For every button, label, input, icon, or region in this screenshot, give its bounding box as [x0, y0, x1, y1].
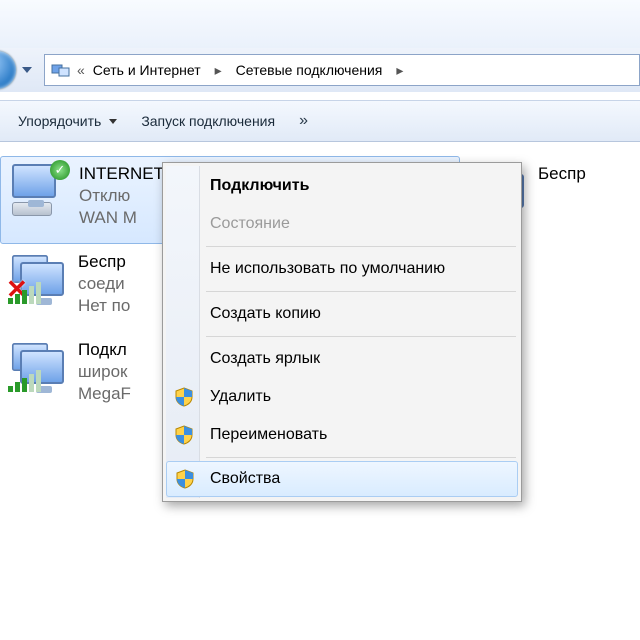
toolbar-overflow-button[interactable]: »: [289, 112, 315, 130]
ctx-create-shortcut[interactable]: Создать ярлык: [166, 340, 518, 378]
connection-title: Беспр: [78, 252, 130, 272]
ctx-separator: [206, 246, 516, 247]
organize-button[interactable]: Упорядочить: [8, 107, 127, 135]
wifi-icon: [0, 338, 66, 412]
connection-status: соеди: [78, 274, 130, 294]
wifi-disconnected-icon: ✕: [0, 250, 66, 324]
signal-bars-icon: [8, 370, 41, 392]
connection-device: WAN M: [79, 208, 164, 228]
organize-label: Упорядочить: [18, 113, 101, 129]
breadcrumb-sep-icon: ▸: [390, 62, 409, 79]
nav-back-button[interactable]: [0, 51, 16, 89]
context-menu: Подключить Состояние Не использовать по …: [162, 162, 522, 502]
ctx-properties[interactable]: Свойства: [166, 461, 518, 497]
nav-history-dropdown[interactable]: [18, 59, 36, 81]
ctx-separator: [206, 291, 516, 292]
chevron-down-icon: [109, 119, 117, 124]
command-bar: Упорядочить Запуск подключения »: [0, 100, 640, 142]
breadcrumb-seg-connections[interactable]: Сетевые подключения: [234, 60, 385, 80]
breadcrumb-sep-icon: ▸: [209, 62, 228, 79]
uac-shield-icon: [174, 424, 194, 446]
uac-shield-icon: [174, 386, 194, 408]
window-gloss: [0, 0, 640, 48]
connection-title: Беспр: [538, 164, 586, 184]
address-bar-row: « Сеть и Интернет ▸ Сетевые подключения …: [0, 48, 640, 92]
ctx-rename[interactable]: Переименовать: [166, 416, 518, 454]
start-connection-button[interactable]: Запуск подключения: [131, 107, 285, 135]
ctx-separator: [206, 457, 516, 458]
breadcrumb-seg-network[interactable]: Сеть и Интернет: [91, 60, 203, 80]
uac-shield-icon: [175, 468, 195, 490]
connection-status: Отклю: [79, 186, 164, 206]
ctx-separator: [206, 336, 516, 337]
connection-device: Нет по: [78, 296, 130, 316]
dialup-icon: ✓: [1, 162, 67, 236]
overflow-icon: »: [299, 112, 305, 129]
ctx-status: Состояние: [166, 205, 518, 243]
start-connection-label: Запуск подключения: [141, 113, 275, 129]
connection-title: Подкл: [78, 340, 131, 360]
ctx-not-default[interactable]: Не использовать по умолчанию: [166, 250, 518, 288]
network-location-icon: [51, 61, 71, 79]
signal-bars-icon: [8, 282, 41, 304]
connection-title: INTERNET: [79, 164, 164, 184]
ctx-delete[interactable]: Удалить: [166, 378, 518, 416]
ctx-connect[interactable]: Подключить: [166, 167, 518, 205]
connection-status: широк: [78, 362, 131, 382]
status-ok-icon: ✓: [50, 160, 70, 180]
breadcrumb-bar[interactable]: « Сеть и Интернет ▸ Сетевые подключения …: [44, 54, 640, 86]
ctx-create-copy[interactable]: Создать копию: [166, 295, 518, 333]
connection-device: MegaF: [78, 384, 131, 404]
breadcrumb-back-chevron[interactable]: «: [77, 62, 85, 78]
